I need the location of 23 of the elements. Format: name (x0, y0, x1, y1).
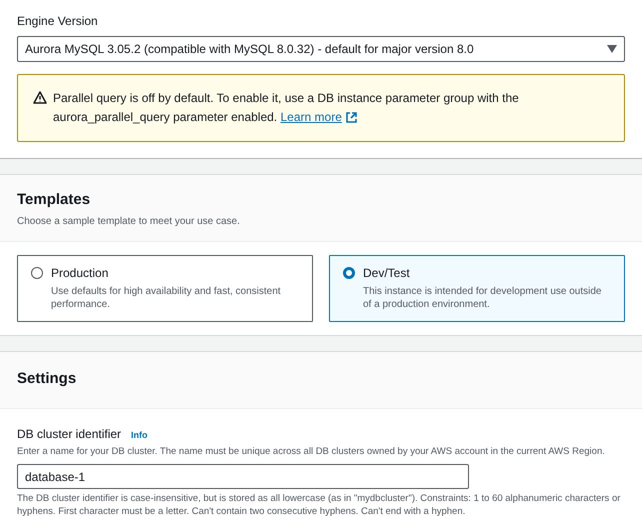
field-label: Engine Version (17, 13, 99, 30)
caret-icon (607, 45, 617, 53)
option-description: This instance is intended for development use outside of a production environment. (363, 284, 602, 310)
section-title: Templates (17, 190, 92, 210)
option-description: Use defaults for high availability and fast, consistent performance. (51, 284, 282, 310)
template-option[interactable]: Dev/Test This instance is intended for development use outside of a production environment. (329, 254, 625, 322)
field-label: DB cluster identifier (17, 426, 122, 443)
radio-button[interactable] (31, 266, 43, 278)
template-option[interactable]: Production Use defaults for high availability and fast, consistent performance. (17, 254, 313, 322)
learn-more-link[interactable]: Learn more (280, 108, 357, 127)
info-link[interactable]: Info (131, 429, 148, 442)
option-label: Dev/Test (363, 264, 411, 282)
engine-select[interactable]: Aurora MySQL 3.05.2 (compatible with MySQL 8.0.32) - default for major version 8.0 (17, 36, 625, 62)
section-title: Settings (17, 368, 78, 388)
constraint-text: The DB cluster identifier is case-insensitive, but is stored as all lowercase (as in "mydbcluster"). Constraints: 1 to 60 alphanumeric characters or hyphens. First character must be a letter. Can't contain two consecutive hyphens. Can't end with a hyphen. (17, 492, 622, 516)
radio-button[interactable] (343, 266, 355, 278)
external-link-icon (346, 112, 357, 123)
option-label: Production (51, 264, 110, 282)
alert-message: Parallel query is off by default. To enable it, use a DB instance parameter group with the aurora_parallel_query parameter enabled. Learn more (53, 89, 604, 127)
section-subtitle: Choose a sample template to meet your use case. (17, 214, 241, 228)
field-description: Enter a name for your DB cluster. The name must be unique across all DB clusters owned by your AWS account in the current AWS Region. (17, 445, 606, 459)
warning-icon (33, 91, 47, 104)
cluster-identifier-input[interactable]: database-1 (17, 464, 469, 490)
